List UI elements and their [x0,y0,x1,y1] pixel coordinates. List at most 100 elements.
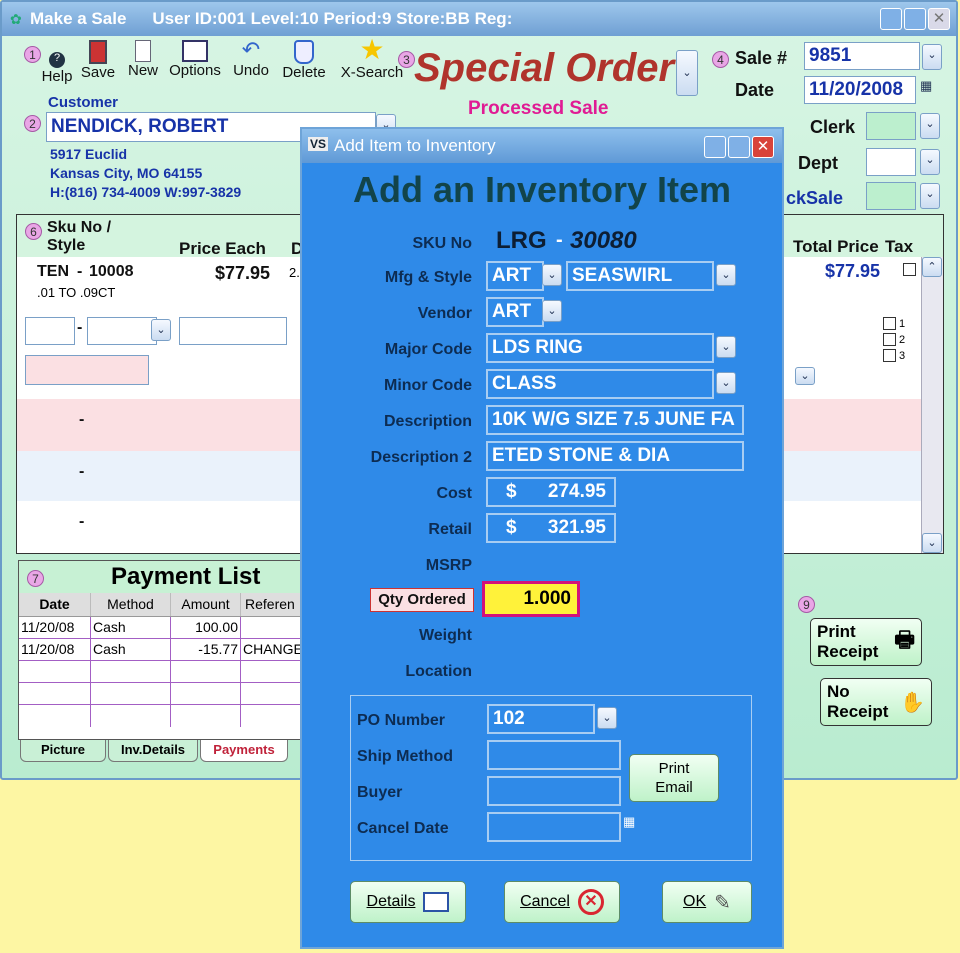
edit-note-icon: ✎ [714,891,731,914]
item-grid-scrollbar[interactable]: ⌃ ⌄ [921,257,943,553]
calendar-icon[interactable]: ▦ [920,78,932,94]
item-sku-dash: - [77,263,83,280]
buyer-field[interactable] [487,776,621,806]
help-icon: ? [49,52,65,68]
edit-description-field[interactable] [25,355,149,385]
details-button[interactable]: Details [350,881,466,923]
ship-method-label: Ship Method [357,748,453,765]
ok-button[interactable]: OK ✎ [662,881,752,923]
quick-sale-dropdown[interactable]: ⌄ [920,183,940,209]
retail-field[interactable]: $321.95 [486,513,616,543]
section-number-3: 3 [398,51,415,68]
dialog-minimize-button[interactable] [704,136,726,158]
section-number-7: 7 [27,570,44,587]
order-type-dropdown[interactable]: ⌄ [676,50,698,96]
po-number-label: PO Number [357,712,446,729]
payment-list: 7 Payment List Date Method Amount Refere… [18,560,308,740]
edit-sku-number-field[interactable] [87,317,157,345]
payment-row-empty[interactable] [19,683,307,705]
dialog-title: Add Item to Inventory [334,136,496,155]
major-code-label: Major Code [384,341,472,358]
scroll-up-arrow[interactable]: ⌃ [922,257,942,277]
check-option-2[interactable]: 2 [883,333,905,346]
sale-date-field[interactable]: 11/20/2008 [804,76,916,104]
payment-row[interactable]: 11/20/08 Cash 100.00 [19,617,307,639]
payment-col-reference: Referen [245,596,295,612]
handshake-icon: ✋ [900,691,925,714]
vendor-dropdown[interactable]: ⌄ [542,300,562,322]
description-label: Description [383,413,472,430]
sku-prefix: LRG [496,227,547,254]
col-sku: Sku No / [47,219,112,236]
weight-label: Weight [418,627,472,644]
payment-table-header: Date Method Amount Referen [19,593,307,617]
maximize-button[interactable] [904,8,926,30]
cancel-button[interactable]: Cancel ✕ [504,881,620,923]
qty-ordered-field[interactable]: 1.000 [482,581,580,617]
quick-sale-field[interactable] [866,182,916,210]
delete-button[interactable]: Delete [278,40,330,81]
dept-dropdown[interactable]: ⌄ [920,149,940,175]
vendor-field[interactable]: ART [486,297,544,327]
save-icon [89,40,107,64]
print-email-button[interactable]: Print Email [629,754,719,802]
payment-row-empty[interactable] [19,705,307,727]
edit-sku-dropdown[interactable]: ⌄ [151,319,171,341]
payment-row[interactable]: 11/20/08 Cash -15.77 CHANGE [19,639,307,661]
help-button[interactable]: ? Help [39,46,75,85]
edit-price-field[interactable] [179,317,287,345]
minor-code-dropdown[interactable]: ⌄ [716,372,736,394]
mfg-field[interactable]: ART [486,261,544,291]
customer-address-line2: Kansas City, MO 64155 [50,165,203,181]
style-dropdown[interactable]: ⌄ [716,264,736,286]
clerk-label: Clerk [810,117,856,137]
bottom-tabs: Picture Inv.Details Payments [20,740,288,762]
tab-picture[interactable]: Picture [20,740,106,762]
mfg-dropdown[interactable]: ⌄ [542,264,562,286]
cancel-date-calendar-icon[interactable]: ▦ [623,814,635,830]
window-info: User ID:001 Level:10 Period:9 Store:BB R… [152,9,513,28]
style-field[interactable]: SEASWIRL [566,261,714,291]
clerk-field[interactable] [866,112,916,140]
options-button[interactable]: Options [164,40,226,79]
sale-number-field[interactable]: 9851 [804,42,920,70]
edit-sku-prefix-field[interactable] [25,317,75,345]
save-button[interactable]: Save [78,40,118,81]
undo-button[interactable]: ↶ Undo [230,38,272,80]
item-d-value: 2. [289,265,300,280]
dialog-maximize-button[interactable] [728,136,750,158]
no-receipt-button[interactable]: No Receipt ✋ [820,678,932,726]
col-total-price: Total Price [793,237,879,256]
tab-inv-details[interactable]: Inv.Details [108,740,198,762]
description-field[interactable]: 10K W/G SIZE 7.5 JUNE FA [486,405,744,435]
close-button[interactable]: ✕ [928,8,950,30]
description2-field[interactable]: ETED STONE & DIA [486,441,744,471]
item-description: .01 TO .09CT [37,285,116,300]
sale-number-dropdown[interactable]: ⌄ [922,44,942,70]
check-option-1[interactable]: 1 [883,317,905,330]
new-button[interactable]: New [124,40,162,79]
dialog-close-button[interactable]: ✕ [752,136,774,158]
description2-label: Description 2 [370,449,472,466]
payment-list-title: Payment List [111,563,261,590]
payment-row-empty[interactable] [19,661,307,683]
print-receipt-button[interactable]: Print Receipt 🖶 [810,618,922,666]
tab-payments[interactable]: Payments [200,740,288,762]
item-tax-checkbox[interactable] [903,263,916,276]
edit-row-dropdown[interactable]: ⌄ [795,367,815,385]
po-number-dropdown[interactable]: ⌄ [597,707,617,729]
ship-method-field[interactable] [487,740,621,770]
options-list-icon [182,40,208,62]
dept-field[interactable] [866,148,916,176]
cost-field[interactable]: $274.95 [486,477,616,507]
check-option-3[interactable]: 3 [883,349,905,362]
minimize-button[interactable] [880,8,902,30]
sku-dash: - [556,229,563,251]
minor-code-field[interactable]: CLASS [486,369,714,399]
clerk-dropdown[interactable]: ⌄ [920,113,940,139]
major-code-dropdown[interactable]: ⌄ [716,336,736,358]
po-number-field[interactable]: 102 [487,704,595,734]
cancel-date-field[interactable] [487,812,621,842]
scroll-down-arrow[interactable]: ⌄ [922,533,942,553]
major-code-field[interactable]: LDS RING [486,333,714,363]
